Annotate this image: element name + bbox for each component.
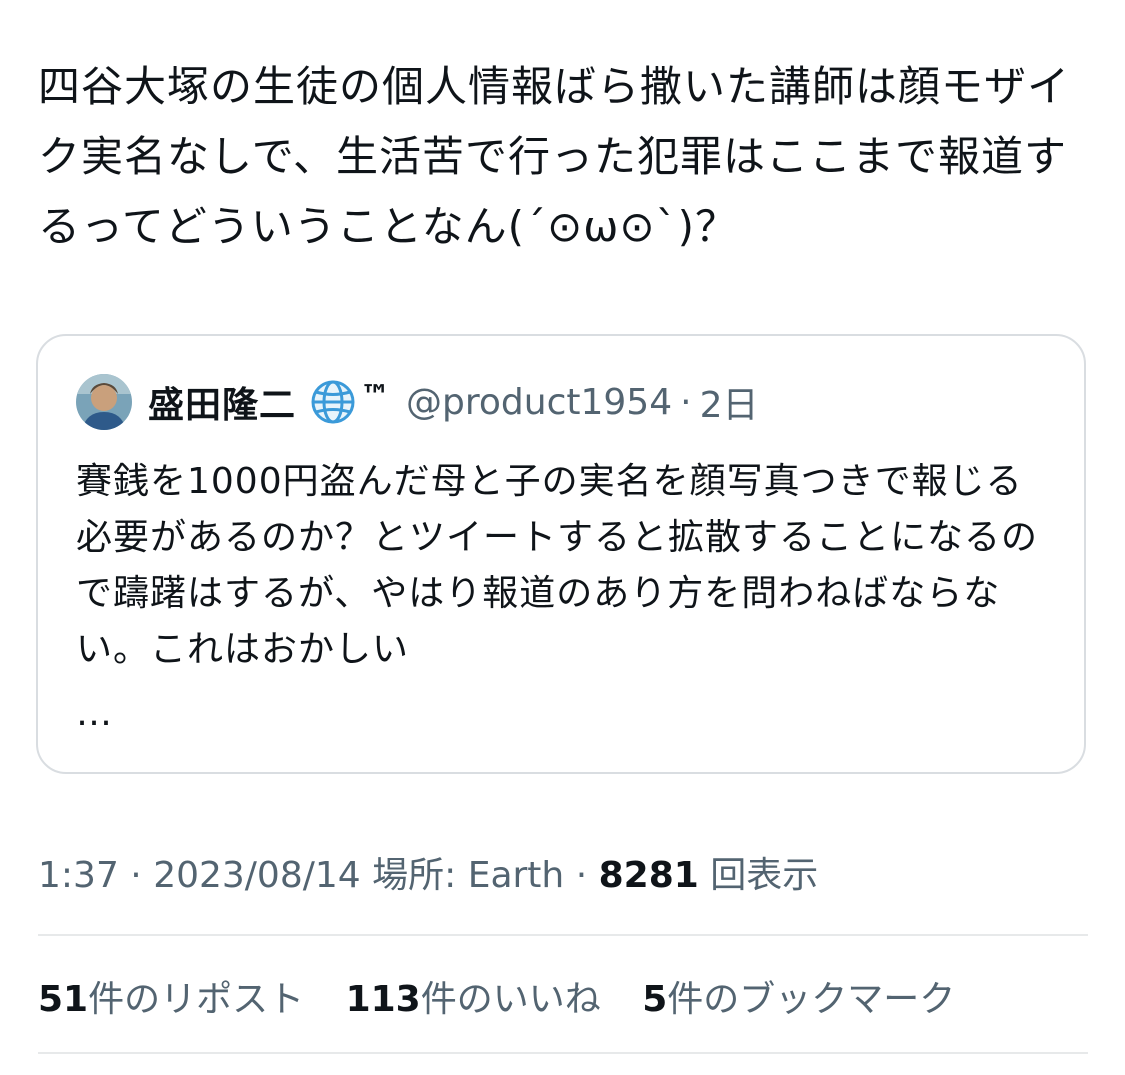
quoted-tweet-header: 盛田隆二 ™ @product1954 · 2日	[76, 372, 758, 432]
divider	[38, 934, 1088, 936]
separator-dot: ·	[564, 855, 599, 896]
tweet-meta: 1:37 · 2023/08/14 場所: Earth · 8281 回表示	[38, 846, 818, 898]
globe-icon	[310, 379, 356, 425]
quoted-tweet-time[interactable]: 2日	[700, 376, 759, 428]
quoted-author-handle[interactable]: @product1954	[406, 382, 672, 423]
separator-dot: ·	[680, 381, 692, 423]
quoted-tweet-card[interactable]: 盛田隆二 ™ @product1954 · 2日 賽銭を1000円盗んだ母と子の…	[36, 334, 1086, 774]
tweet-date[interactable]: 2023/08/14	[153, 855, 361, 896]
quoted-tweet-body: 賽銭を1000円盗んだ母と子の実名を顔写真つきで報じる必要があるのか？とツイート…	[76, 461, 1039, 670]
bookmarks-stat[interactable]: 5件のブックマーク	[642, 979, 955, 1020]
likes-stat[interactable]: 113件のいいね	[346, 979, 601, 1020]
views-count: 8281	[598, 855, 699, 896]
reposts-stat[interactable]: 51件のリポスト	[38, 979, 304, 1020]
tweet-text: 四谷大塚の生徒の個人情報ばら撒いた講師は顔モザイク実名なしで、生活苦で行った犯罪…	[38, 62, 1071, 251]
bookmarks-label: 件のブックマーク	[667, 979, 956, 1020]
divider	[38, 1052, 1088, 1054]
avatar[interactable]	[76, 374, 132, 430]
views-label: 回表示	[698, 855, 819, 896]
reposts-count: 51	[38, 979, 89, 1020]
tweet-time[interactable]: 1:37	[38, 855, 119, 896]
bookmarks-count: 5	[642, 979, 668, 1020]
likes-count: 113	[345, 979, 421, 1020]
engagement-stats: 51件のリポスト 113件のいいね 5件のブックマーク	[38, 970, 985, 1022]
quoted-author-name[interactable]: 盛田隆二	[148, 376, 296, 428]
likes-label: 件のいいね	[420, 979, 601, 1020]
separator-dot: ·	[118, 855, 154, 896]
tweet-location: 場所: Earth	[360, 855, 565, 896]
trademark-mark: ™	[360, 378, 391, 414]
reposts-label: 件のリポスト	[88, 979, 305, 1020]
quoted-tweet-more: …	[76, 693, 112, 734]
